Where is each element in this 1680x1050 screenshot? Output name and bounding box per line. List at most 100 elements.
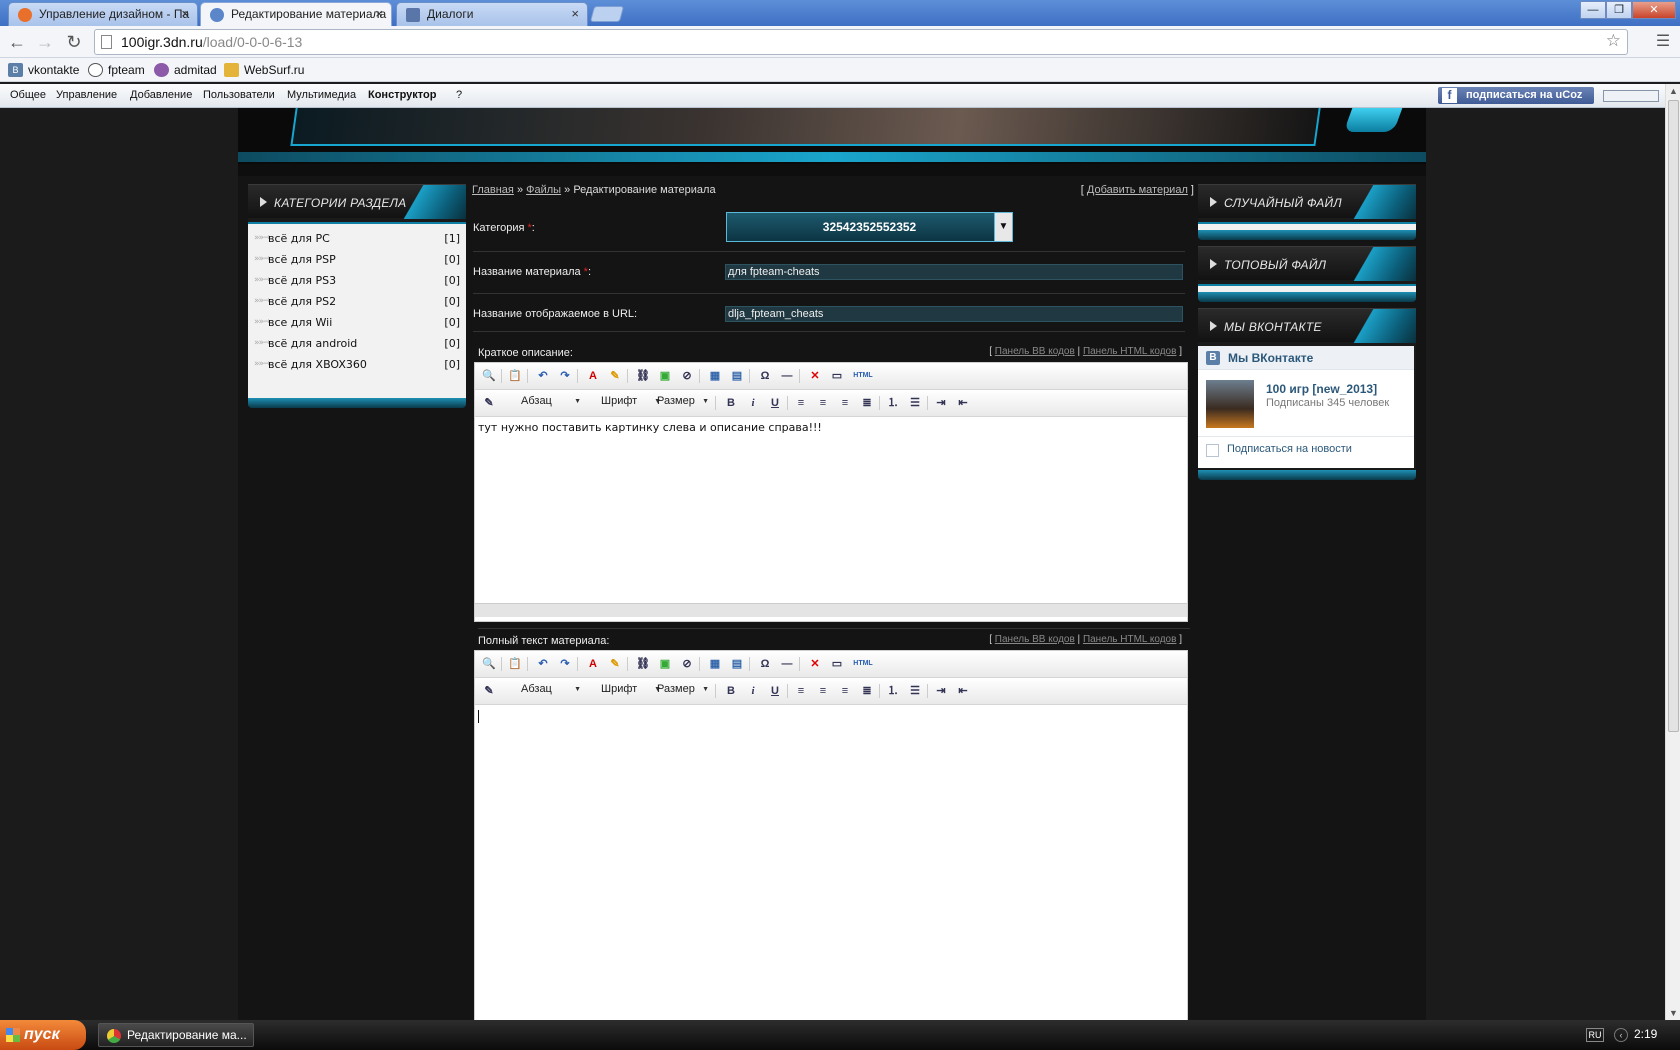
outdent-icon[interactable]: ⇤ <box>955 396 971 410</box>
bb-panel-link[interactable]: Панель BB кодов <box>995 634 1075 645</box>
indent-icon[interactable]: ⇥ <box>933 684 949 698</box>
align-left-icon[interactable]: ≡ <box>793 684 809 698</box>
redo-icon[interactable]: ↷ <box>557 369 573 383</box>
indent-icon[interactable]: ⇥ <box>933 396 949 410</box>
subscribe-label[interactable]: Подписаться на новости <box>1227 443 1352 455</box>
flash-icon[interactable]: ⊘ <box>679 657 695 671</box>
align-center-icon[interactable]: ≡ <box>815 396 831 410</box>
style-icon[interactable]: ✎ <box>481 684 497 698</box>
undo-icon[interactable]: ↶ <box>535 657 551 671</box>
undo-icon[interactable]: ↶ <box>535 369 551 383</box>
group-avatar[interactable] <box>1206 380 1254 428</box>
window-close-button[interactable]: ✕ <box>1632 1 1676 19</box>
table-edit-icon[interactable]: ▤ <box>729 369 745 383</box>
text-color-icon[interactable]: A <box>585 657 601 671</box>
omega-icon[interactable]: Ω <box>757 657 773 671</box>
eraser-icon[interactable]: ▭ <box>829 657 845 671</box>
paste-icon[interactable]: 📋 <box>507 657 523 671</box>
ucoz-menu-general[interactable]: Общее <box>10 89 46 101</box>
underline-button[interactable]: U <box>767 396 783 410</box>
flash-icon[interactable]: ⊘ <box>679 369 695 383</box>
scroll-down-icon[interactable]: ▼ <box>1669 1008 1678 1018</box>
ucoz-menu-multimedia[interactable]: Мультимедиа <box>287 89 356 101</box>
preview-icon[interactable]: 🔍 <box>481 369 497 383</box>
bookmark-fpteam[interactable]: fpteam <box>88 61 145 79</box>
resize-handle[interactable] <box>697 584 713 600</box>
close-icon[interactable]: × <box>375 6 383 21</box>
category-item[interactable]: »»→ все для Wii [0] <box>254 314 460 334</box>
category-item[interactable]: »»→ всё для PS2 [0] <box>254 293 460 313</box>
group-name-link[interactable]: 100 игр [new_2013] <box>1266 382 1377 396</box>
category-item[interactable]: »»→ всё для PC [1] <box>254 230 460 250</box>
breadcrumb-files[interactable]: Файлы <box>526 184 561 196</box>
start-button[interactable]: пуск <box>0 1020 86 1050</box>
bookmark-websurf[interactable]: WebSurf.ru <box>224 61 304 79</box>
redo-icon[interactable]: ↷ <box>557 657 573 671</box>
taskbar-item-chrome[interactable]: Редактирование ма... <box>98 1023 254 1047</box>
hr-icon[interactable]: — <box>779 369 795 383</box>
full-text-textarea[interactable] <box>475 705 1187 1020</box>
eraser-icon[interactable]: ▭ <box>829 369 845 383</box>
highlight-icon[interactable]: ✎ <box>607 369 623 383</box>
bookmark-admitad[interactable]: admitad <box>154 61 217 79</box>
subscribe-checkbox[interactable] <box>1206 444 1219 457</box>
bullet-list-icon[interactable]: ☰ <box>907 396 923 410</box>
bold-button[interactable]: B <box>723 684 739 698</box>
menu-icon[interactable]: ☰ <box>1652 31 1674 53</box>
remove-format-icon[interactable]: ✕ <box>807 369 823 383</box>
highlight-icon[interactable]: ✎ <box>607 657 623 671</box>
table-icon[interactable]: ▦ <box>707 369 723 383</box>
link-icon[interactable]: ⛓ <box>635 657 651 671</box>
tab-design[interactable]: Управление дизайном - Па × <box>8 2 198 26</box>
bb-panel-link[interactable]: Панель BB кодов <box>995 346 1075 357</box>
size-select[interactable]: Размер ▼ <box>649 395 709 411</box>
ordered-list-icon[interactable]: ⒈ <box>885 396 901 410</box>
ucoz-menu-manage[interactable]: Управление <box>56 89 117 101</box>
scroll-up-icon[interactable]: ▲ <box>1669 86 1678 96</box>
ucoz-menu-constructor[interactable]: Конструктор <box>368 89 436 101</box>
paragraph-select[interactable]: Абзац ▼ <box>505 395 581 411</box>
link-icon[interactable]: ⛓ <box>635 369 651 383</box>
bold-button[interactable]: B <box>723 396 739 410</box>
vk-widget-header[interactable]: B Мы ВКонтакте <box>1198 346 1414 370</box>
align-justify-icon[interactable]: ≣ <box>859 684 875 698</box>
chevron-down-icon[interactable]: ▼ <box>994 213 1012 241</box>
close-icon[interactable]: × <box>571 6 579 21</box>
align-center-icon[interactable]: ≡ <box>815 684 831 698</box>
tab-edit-material[interactable]: Редактирование материала × <box>200 2 392 26</box>
table-icon[interactable]: ▦ <box>707 657 723 671</box>
url-input[interactable]: dlja_fpteam_cheats <box>725 306 1183 322</box>
underline-button[interactable]: U <box>767 684 783 698</box>
star-icon[interactable]: ☆ <box>1606 31 1621 51</box>
add-material-link[interactable]: Добавить материал <box>1087 184 1188 196</box>
html-panel-link[interactable]: Панель HTML кодов <box>1083 346 1177 357</box>
category-item[interactable]: »»→ всё для XBOX360 [0] <box>254 356 460 376</box>
hr-icon[interactable]: — <box>779 657 795 671</box>
text-color-icon[interactable]: A <box>585 369 601 383</box>
new-tab-button[interactable] <box>589 6 625 22</box>
image-icon[interactable]: ▣ <box>657 657 673 671</box>
italic-button[interactable]: i <box>745 684 761 698</box>
tray-expand-icon[interactable]: ‹ <box>1614 1028 1628 1042</box>
size-select[interactable]: Размер ▼ <box>649 683 709 699</box>
tab-dialogs[interactable]: Диалоги × <box>396 2 588 26</box>
align-left-icon[interactable]: ≡ <box>793 396 809 410</box>
align-justify-icon[interactable]: ≣ <box>859 396 875 410</box>
paragraph-select[interactable]: Абзац ▼ <box>505 683 581 699</box>
table-edit-icon[interactable]: ▤ <box>729 657 745 671</box>
bookmark-vkontakte[interactable]: B vkontakte <box>8 61 79 79</box>
ucoz-menu-add[interactable]: Добавление <box>130 89 192 101</box>
category-item[interactable]: »»→ всё для android [0] <box>254 335 460 355</box>
facebook-subscribe-button[interactable]: f подписаться на uCoz <box>1438 87 1594 104</box>
scrollbar-thumb[interactable] <box>1668 100 1679 732</box>
remove-format-icon[interactable]: ✕ <box>807 657 823 671</box>
outdent-icon[interactable]: ⇤ <box>955 684 971 698</box>
category-item[interactable]: »»→ всё для PSP [0] <box>254 251 460 271</box>
category-item[interactable]: »»→ всё для PS3 [0] <box>254 272 460 292</box>
italic-button[interactable]: i <box>745 396 761 410</box>
omega-icon[interactable]: Ω <box>757 369 773 383</box>
category-select[interactable]: 32542352552352 ▼ <box>726 212 1013 242</box>
address-bar[interactable]: 100igr.3dn.ru/load/0-0-0-6-13 ☆ <box>94 29 1628 55</box>
paste-icon[interactable]: 📋 <box>507 369 523 383</box>
forward-icon[interactable]: → <box>34 31 56 53</box>
